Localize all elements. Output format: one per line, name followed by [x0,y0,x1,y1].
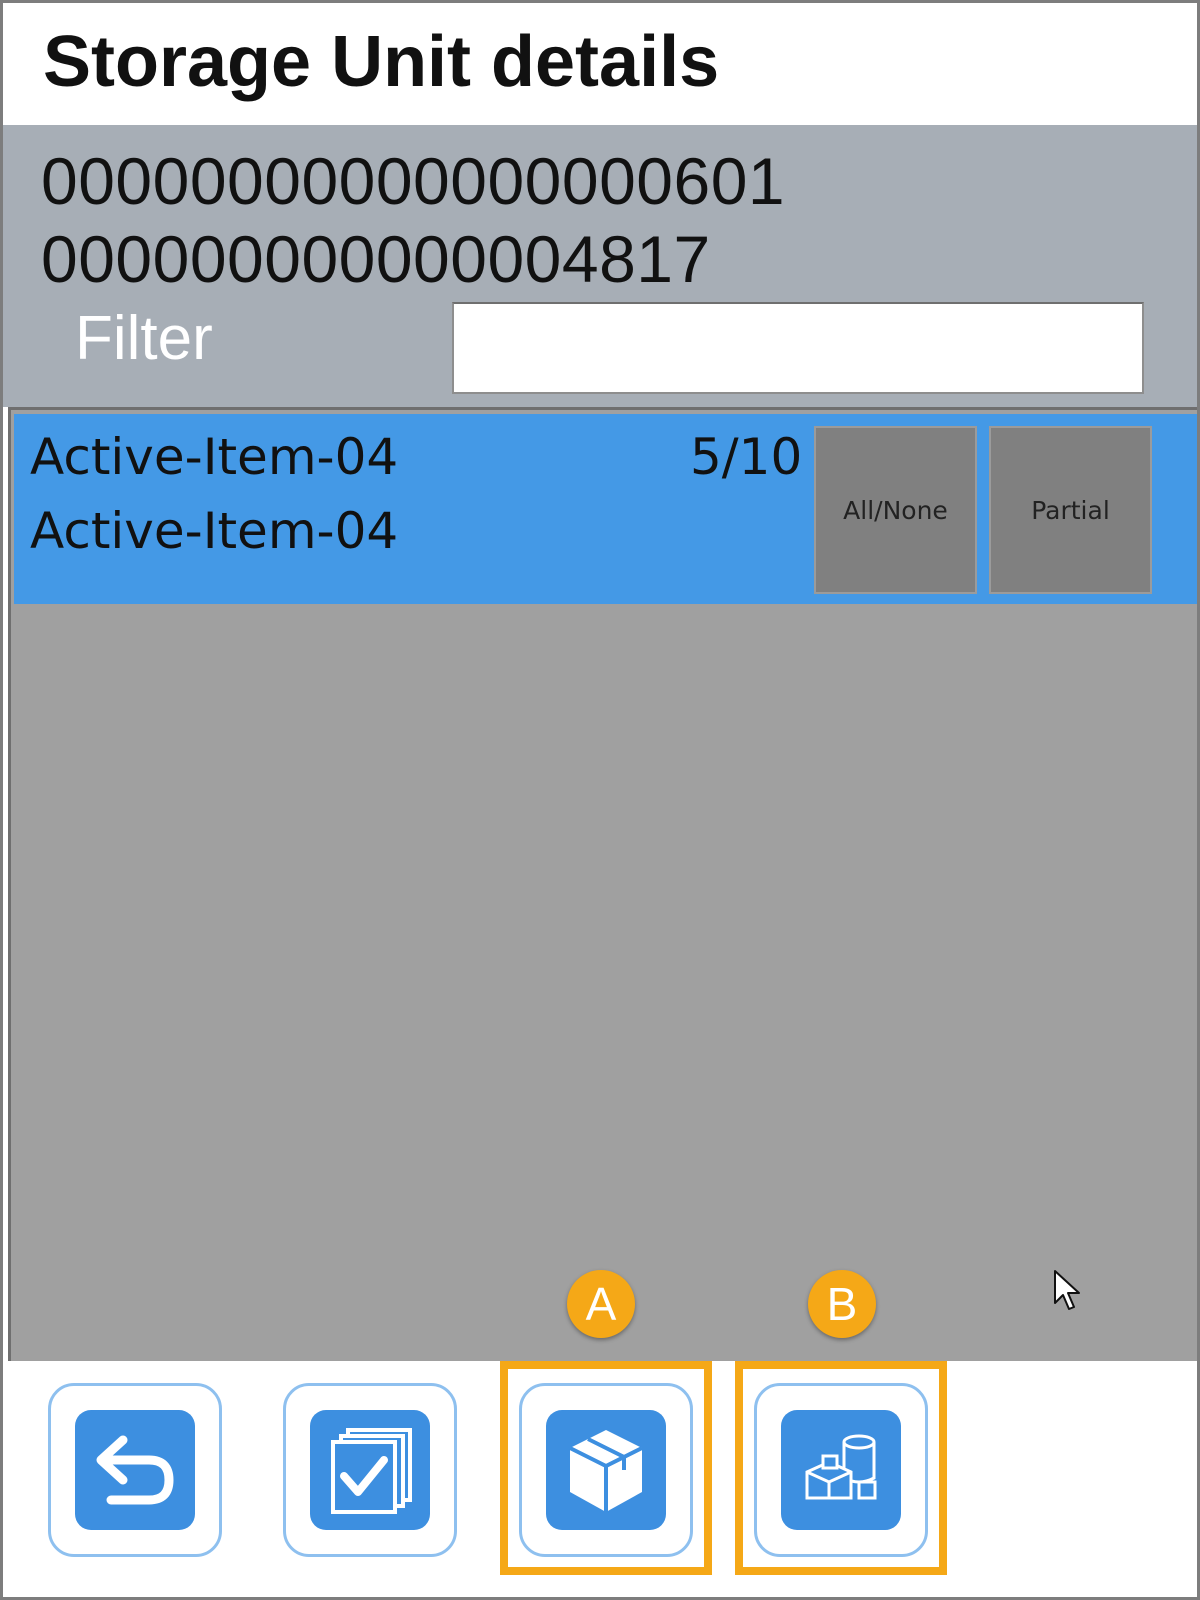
mouse-cursor-icon [1054,1270,1080,1310]
page-title: Storage Unit details [43,22,720,102]
storage-unit-id: 00000000000000000601 [41,144,786,218]
annotation-badge-a: A [567,1270,635,1338]
confirm-all-button[interactable] [283,1383,457,1557]
partial-button[interactable]: Partial [989,426,1152,594]
item-description: Active-Item-04 [30,502,399,560]
storage-unit-secondary-id: 000000000000004817 [41,222,711,296]
item-list: Active-Item-04 Active-Item-04 5/10 All/N… [8,407,1197,1361]
item-name: Active-Item-04 [30,428,399,486]
storage-unit-details-screen: Storage Unit details 0000000000000000060… [0,0,1200,1600]
filter-label: Filter [75,304,213,373]
storage-unit-header-panel: 00000000000000000601 000000000000004817 … [3,125,1197,407]
filter-input[interactable] [452,302,1144,394]
all-none-button[interactable]: All/None [814,426,977,594]
item-quantity: 5/10 [690,428,803,486]
back-button[interactable] [48,1383,222,1557]
annotation-highlight-a [500,1361,712,1575]
list-item[interactable]: Active-Item-04 Active-Item-04 5/10 All/N… [14,414,1197,604]
multi-check-icon [331,1428,412,1514]
back-arrow-icon [96,1435,174,1505]
annotation-highlight-b [735,1361,947,1575]
annotation-badge-b: B [808,1270,876,1338]
